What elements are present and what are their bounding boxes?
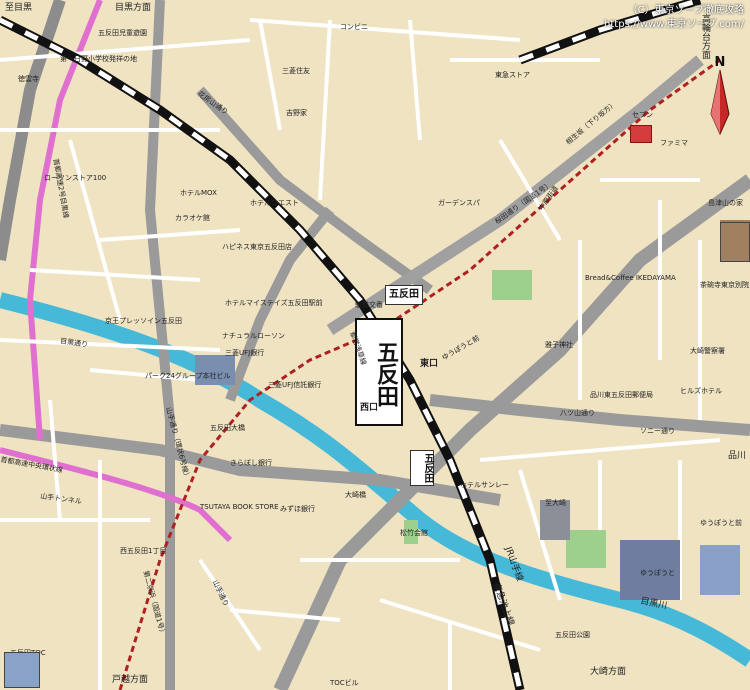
place-natural-lawson: ナチュラルローソン — [222, 332, 285, 340]
place-seisen: 茶碗寺東京別院 — [700, 281, 749, 289]
gotanda-area-map: （C）東京ソープ徹底攻略 https://www.東京ソープ.com/ N 五反… — [0, 0, 750, 690]
copyright-line1: （C）東京ソープ徹底攻略 — [627, 5, 744, 16]
north-compass-icon: N — [710, 55, 730, 136]
place-le-cinq: 五反田公園 — [555, 631, 590, 639]
place-tsutaya: TSUTAYA BOOK STORE — [200, 503, 279, 511]
east-exit-label: 東口 — [420, 359, 439, 369]
svg-text:N: N — [715, 55, 726, 70]
place-hotel-aine: 雅子神社 — [545, 341, 573, 349]
shrine-icon — [630, 125, 652, 143]
street-sony: ソニー通り — [640, 427, 675, 435]
place-park24: パーク24グループ本社ビル — [145, 372, 231, 380]
place-osaki-police: コンビニ — [340, 23, 368, 31]
street-yatsuyama: 八ツ山通り — [560, 409, 595, 417]
place-shochiku: 松竹会館 — [400, 529, 428, 537]
place-kiraboshi: きらぼし銀行 — [230, 459, 272, 467]
place-children-park: 五反田児童遊園 — [98, 29, 147, 37]
place-lawson100: ローソンストア100 — [44, 174, 107, 182]
place-shinagawa-post: Bread&Coffee IKEDAYAMA — [585, 274, 676, 282]
place-momorin: 大崎警察署 — [690, 347, 725, 355]
station-box-1: 五反田 — [385, 285, 423, 305]
place-hino-gakuen: ゆうぽうと前 — [700, 519, 742, 527]
togoshi-direction-label: 戸越方面 — [112, 675, 149, 685]
copyright-url: https://www.東京ソープ.com/ — [604, 19, 744, 30]
place-brazil-bank: ガーデンスパ — [438, 199, 480, 207]
place-shimazu: 島津山の家 — [708, 199, 743, 207]
west-exit-label: 西口 — [360, 403, 379, 413]
place-mufg-trust: 三菱UFJ信託銀行 — [268, 381, 322, 389]
place-tokuunji: 徳雲寺 — [18, 75, 39, 83]
shinagawa-label: 品川 — [728, 451, 747, 461]
place-mufg-bank: 三菱UFJ銀行 — [225, 349, 265, 357]
place-hino-school: 第一日野小学校発祥の地 — [60, 55, 137, 63]
station-box-2: 五反田 — [410, 450, 434, 486]
place-chawanji: 吉野家 — [286, 109, 307, 117]
shimazu-residence-photo — [720, 222, 750, 262]
place-hoto-ji: ファミマ — [660, 139, 688, 147]
takanawa-direction-label: 高輪台方面 — [700, 14, 710, 59]
meguro-way-label: 目黒方面 — [115, 3, 152, 13]
meguro-direction-label: 至目黒 — [5, 3, 33, 13]
place-hotel-sunley: 品川東五反田郵便局 — [590, 391, 653, 399]
place-mizuho: みずほ銀行 — [280, 505, 315, 513]
place-park-tower: ゆうぽうと — [640, 569, 675, 577]
copyright-notice: （C）東京ソープ徹底攻略 https://www.東京ソープ.com/ — [604, 4, 744, 32]
gotanda-bridge-label: 五反田大橋 — [210, 424, 245, 432]
place-nishigotanda-1: 西五反田1丁目 — [120, 547, 167, 555]
place-keio-presso: 京王プレッソイン五反田 — [105, 317, 182, 325]
place-karaoke: カラオケ館 — [175, 214, 210, 222]
place-happiness: ハピネス東京五反田店 — [222, 243, 292, 251]
place-hotel-mystays: ホテルマイステイズ五反田駅前 — [225, 299, 323, 307]
police-box-label: 駅前交番 — [355, 301, 383, 309]
place-macedonia: 三菱住友 — [282, 67, 310, 75]
place-gotanda-park: ホテルサンレー — [460, 481, 509, 489]
place-fureai-plaza: 至大崎 — [545, 499, 566, 507]
toc-building-photo — [4, 652, 40, 688]
place-osaki-bridge: 大崎橋 — [345, 491, 366, 499]
place-hotel-mox: ホテルMOX — [180, 189, 217, 197]
place-hotel-west: ホテルウエスト — [250, 199, 299, 207]
place-ikedayama: 東急ストア — [495, 71, 530, 79]
place-masako-shrine: セブン — [632, 111, 653, 119]
place-osaki-hirokoji: TOCビル — [330, 679, 359, 687]
osaki-direction-label: 大崎方面 — [590, 667, 627, 677]
place-fire-hall: ヒルズホテル — [680, 387, 722, 395]
